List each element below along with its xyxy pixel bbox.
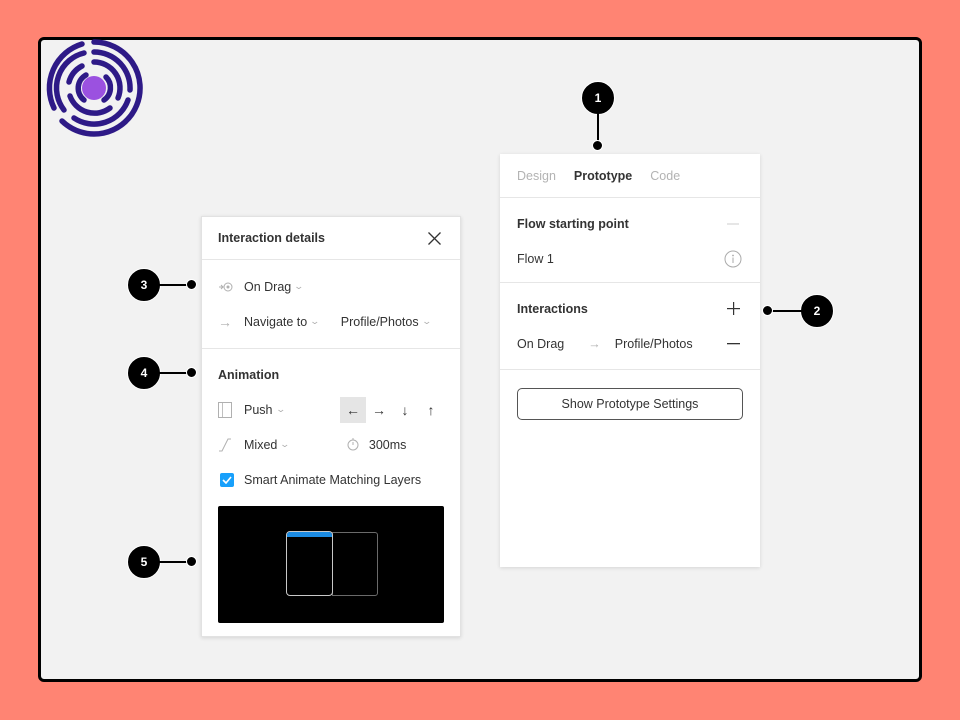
easing-value: Mixed xyxy=(244,437,278,452)
callout-4: 4 xyxy=(127,356,161,390)
duration-input[interactable]: 300ms xyxy=(369,438,407,452)
flow-section-title: Flow starting point xyxy=(517,216,629,231)
trigger-value: On Drag xyxy=(244,279,292,294)
transition-dropdown[interactable]: Push ⌄ xyxy=(244,402,286,417)
direction-up-button[interactable]: ↑ xyxy=(418,397,444,423)
transition-value: Push xyxy=(244,402,273,417)
info-button[interactable] xyxy=(723,249,743,269)
destination-dropdown[interactable]: Profile/Photos ⌄ xyxy=(340,314,432,329)
drag-trigger-icon xyxy=(218,281,236,293)
chevron-down-icon: ⌄ xyxy=(309,316,321,326)
flow-name[interactable]: Flow 1 xyxy=(517,252,554,266)
direction-buttons: ← → ↓ ↑ xyxy=(340,396,444,423)
canvas-frame xyxy=(38,37,922,682)
tab-prototype[interactable]: Prototype xyxy=(574,169,632,183)
interaction-details-panel: Interaction details On Drag ⌄ → Navigate… xyxy=(201,216,461,637)
chevron-down-icon: ⌄ xyxy=(293,281,305,291)
destination-value: Profile/Photos xyxy=(340,314,419,329)
direction-right-button[interactable]: → xyxy=(366,397,392,423)
callout-1: 1 xyxy=(581,81,615,115)
checkmark-icon xyxy=(222,475,232,484)
arrow-right-icon: → xyxy=(588,336,601,351)
minus-icon xyxy=(727,223,739,224)
chevron-down-icon: ⌄ xyxy=(279,439,291,449)
easing-dropdown[interactable]: Mixed ⌄ xyxy=(244,437,291,452)
smart-animate-label: Smart Animate Matching Layers xyxy=(244,472,422,487)
callout-5: 5 xyxy=(127,545,161,579)
prototype-panel: Design Prototype Code Flow starting poin… xyxy=(500,154,760,567)
timer-icon xyxy=(347,438,359,451)
flow-section: Flow starting point Flow 1 xyxy=(500,198,760,283)
animation-title: Animation xyxy=(218,367,280,382)
interactions-section: Interactions On Drag → Profile/Photos xyxy=(500,283,760,370)
panel-tabs: Design Prototype Code xyxy=(500,154,760,198)
callout-2-dot xyxy=(762,305,773,316)
easing-curve-icon xyxy=(218,438,236,452)
remove-flow-button[interactable] xyxy=(723,214,743,234)
interaction-destination: Profile/Photos xyxy=(614,336,693,351)
direction-down-button[interactable]: ↓ xyxy=(392,397,418,423)
smart-animate-checkbox[interactable] xyxy=(220,472,234,487)
info-icon xyxy=(724,250,742,267)
callout-5-dot xyxy=(186,556,197,567)
callout-3-dot xyxy=(186,279,197,290)
arrow-right-icon: → xyxy=(218,313,232,330)
interaction-trigger: On Drag xyxy=(517,336,565,351)
trigger-action-section: On Drag ⌄ → Navigate to ⌄ Profile/Photos… xyxy=(202,260,460,349)
callout-2-line xyxy=(770,310,802,312)
direction-left-button[interactable]: ← xyxy=(340,396,366,423)
callout-1-line xyxy=(597,113,599,143)
action-value: Navigate to xyxy=(244,314,308,329)
push-transition-icon xyxy=(218,401,236,418)
plus-icon xyxy=(726,302,740,315)
animation-section: Animation Push ⌄ ← → ↓ ↑ Mixed ⌄ 300ms S… xyxy=(202,349,460,497)
callout-1-dot xyxy=(592,140,603,151)
callout-3: 3 xyxy=(127,268,161,302)
add-interaction-button[interactable] xyxy=(723,299,743,319)
show-prototype-settings-button[interactable]: Show Prototype Settings xyxy=(517,388,743,420)
tab-design[interactable]: Design xyxy=(517,169,556,183)
animation-preview xyxy=(218,506,444,623)
interaction-details-title: Interaction details xyxy=(218,231,325,245)
preview-destination-frame xyxy=(332,532,378,596)
chevron-down-icon: ⌄ xyxy=(274,404,286,414)
tab-code[interactable]: Code xyxy=(650,169,680,183)
trigger-dropdown[interactable]: On Drag ⌄ xyxy=(244,279,305,294)
close-icon xyxy=(427,231,441,245)
callout-4-dot xyxy=(186,367,197,378)
maze-logo-icon xyxy=(46,39,143,137)
interaction-item[interactable]: On Drag → Profile/Photos xyxy=(517,326,743,361)
preview-source-frame xyxy=(286,531,333,596)
chevron-down-icon: ⌄ xyxy=(421,316,432,326)
minus-icon xyxy=(726,342,740,344)
callout-2: 2 xyxy=(800,294,834,328)
action-dropdown[interactable]: Navigate to ⌄ xyxy=(244,314,321,329)
remove-interaction-button[interactable] xyxy=(723,334,743,354)
interactions-title: Interactions xyxy=(517,301,588,316)
close-button[interactable] xyxy=(424,228,444,248)
